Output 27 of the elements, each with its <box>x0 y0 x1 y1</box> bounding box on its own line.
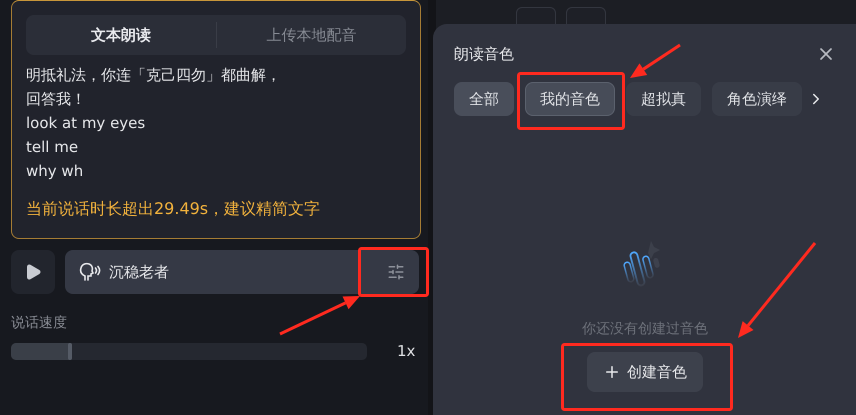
panel-title: 朗读音色 <box>454 44 514 64</box>
tab[interactable]: 文本朗读 <box>26 26 216 44</box>
script-line: 明抵礼法，你连「克己四勿」都曲解， <box>26 65 282 86</box>
settings-icon[interactable] <box>387 263 405 281</box>
category-tab[interactable]: 角色演绎 <box>712 82 802 116</box>
voice-selector[interactable]: 沉稳老者 <box>65 250 419 294</box>
speed-label: 说话速度 <box>11 314 68 332</box>
speaking-head-icon <box>79 262 101 282</box>
speed-value: 1x <box>397 342 416 360</box>
category-tab[interactable]: 我的音色 <box>525 82 615 116</box>
highlight-frame <box>358 247 429 297</box>
speed-slider[interactable] <box>11 342 367 360</box>
plus-icon <box>603 363 621 381</box>
duration-warning: 当前说话时长超出29.49s，建议精简文字 <box>26 199 322 220</box>
create-voice-button[interactable]: 创建音色 <box>587 352 703 392</box>
script-line: tell me <box>26 137 80 158</box>
voice-name: 沉稳老者 <box>109 262 170 282</box>
play-button[interactable] <box>11 250 55 294</box>
tab[interactable]: 上传本地配音 <box>216 26 406 44</box>
script-line: look at my eyes <box>26 113 146 134</box>
category-tab[interactable]: 超拟真 <box>626 82 701 116</box>
script-line: 回答我！ <box>26 89 87 110</box>
script-line: why wh <box>26 161 84 182</box>
slider-thumb[interactable] <box>68 342 72 360</box>
category-tab[interactable]: 全部 <box>454 82 514 116</box>
play-icon <box>24 263 42 281</box>
empty-message: 你还没有创建过音色 <box>582 320 708 338</box>
